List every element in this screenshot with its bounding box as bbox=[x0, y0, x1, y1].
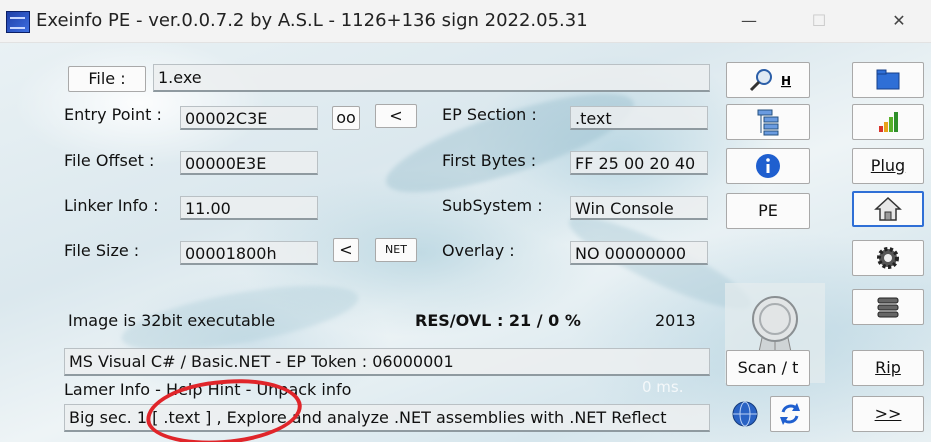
magnifier-icon: H bbox=[749, 69, 791, 92]
rip-button[interactable]: Rip bbox=[852, 350, 924, 386]
open-file-button[interactable] bbox=[852, 62, 924, 98]
time-ms-text: 0 ms. bbox=[642, 378, 684, 396]
main-panel: File : 1.exe Entry Point : 00002C3E oo <… bbox=[0, 43, 931, 442]
res-ovl-text: RES/OVL : 21 / 0 % bbox=[415, 311, 581, 330]
ep-section-field[interactable]: .text bbox=[570, 106, 708, 130]
file-offset-label: File Offset : bbox=[64, 151, 155, 170]
subsystem-label: SubSystem : bbox=[442, 196, 543, 215]
next-button[interactable]: >> bbox=[852, 396, 924, 432]
file-button[interactable]: File : bbox=[68, 66, 146, 92]
stack-icon bbox=[877, 297, 899, 318]
app-icon bbox=[6, 11, 30, 33]
file-size-field[interactable]: 00001800h bbox=[180, 241, 318, 265]
image-info-text: Image is 32bit executable bbox=[68, 311, 276, 330]
overlay-label: Overlay : bbox=[442, 241, 515, 260]
bar-chart-icon bbox=[879, 112, 898, 132]
maximize-button[interactable]: ☐ bbox=[806, 9, 832, 33]
ep-section-label: EP Section : bbox=[442, 105, 537, 124]
title-bar: Exeinfo PE - ver.0.0.7.2 by A.S.L - 1126… bbox=[0, 0, 931, 43]
year-text: 2013 bbox=[655, 311, 696, 330]
folder-icon bbox=[876, 69, 900, 90]
window-title: Exeinfo PE - ver.0.0.7.2 by A.S.L - 1126… bbox=[36, 10, 588, 31]
net-button[interactable]: NET bbox=[375, 238, 417, 262]
settings-button[interactable] bbox=[852, 240, 924, 276]
entry-point-label: Entry Point : bbox=[64, 105, 162, 124]
gear-icon bbox=[877, 247, 899, 269]
plugins-button[interactable]: Plug bbox=[852, 148, 924, 184]
sections-button[interactable] bbox=[726, 104, 810, 140]
detection-field[interactable]: MS Visual C# / Basic.NET - EP Token : 06… bbox=[64, 348, 710, 376]
overlay-field[interactable]: NO 00000000 bbox=[570, 241, 708, 265]
stats-button[interactable] bbox=[852, 104, 924, 140]
scan-button[interactable]: Scan / t bbox=[726, 350, 810, 386]
home-icon bbox=[874, 196, 902, 221]
info-button[interactable] bbox=[726, 148, 810, 184]
minimize-button[interactable]: — bbox=[736, 9, 762, 33]
oo-button[interactable]: oo bbox=[332, 106, 360, 130]
refresh-icon bbox=[780, 403, 800, 425]
first-bytes-field[interactable]: FF 25 00 20 40 bbox=[570, 151, 708, 175]
close-button[interactable]: ✕ bbox=[886, 9, 912, 33]
file-name-field[interactable]: 1.exe bbox=[153, 64, 710, 92]
home-button[interactable] bbox=[852, 191, 924, 227]
linker-info-label: Linker Info : bbox=[64, 196, 159, 215]
pe-button[interactable]: PE bbox=[726, 193, 810, 229]
size-back-button[interactable]: < bbox=[333, 238, 359, 262]
refresh-button[interactable] bbox=[770, 396, 810, 432]
search-button[interactable]: H bbox=[726, 62, 810, 98]
entry-point-field[interactable]: 00002C3E bbox=[180, 106, 318, 130]
file-offset-field[interactable]: 00000E3E bbox=[180, 151, 318, 175]
subsystem-field[interactable]: Win Console bbox=[570, 196, 708, 220]
file-size-label: File Size : bbox=[64, 241, 140, 260]
tree-icon bbox=[757, 109, 779, 136]
ep-back-button[interactable]: < bbox=[375, 104, 417, 128]
search-h-label: H bbox=[781, 74, 791, 88]
linker-info-field[interactable]: 11.00 bbox=[180, 196, 318, 220]
lamer-info-text[interactable]: Lamer Info - Help Hint - Unpack info bbox=[64, 380, 351, 399]
web-button[interactable] bbox=[726, 396, 764, 432]
background-texture bbox=[377, 74, 643, 212]
first-bytes-label: First Bytes : bbox=[442, 151, 537, 170]
hint-field[interactable]: Big sec. 1 [ .text ] , Explore and analy… bbox=[64, 404, 710, 432]
menu-button[interactable] bbox=[852, 289, 924, 325]
globe-icon bbox=[732, 401, 758, 427]
info-icon bbox=[756, 154, 780, 178]
